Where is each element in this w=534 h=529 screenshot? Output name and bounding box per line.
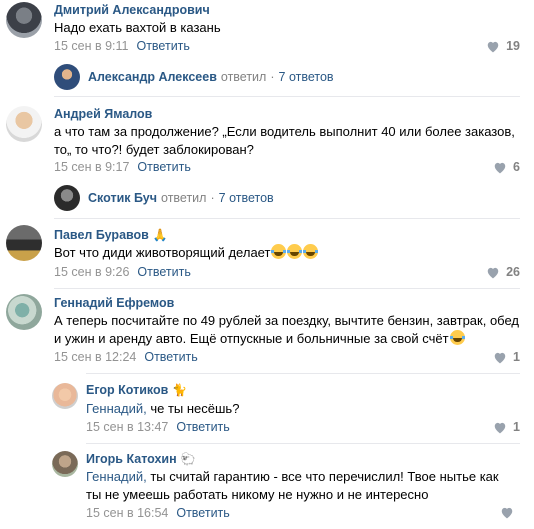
thread-author[interactable]: Скотик Буч — [88, 191, 157, 205]
avatar[interactable] — [6, 294, 42, 330]
heart-icon — [487, 41, 499, 52]
divider — [54, 218, 520, 219]
heart-icon — [501, 507, 513, 519]
replies-thread[interactable]: Александр Алексеев ответил · 7 ответов — [54, 64, 334, 90]
thread-count[interactable]: 7 ответов — [219, 191, 274, 205]
addressee-link[interactable]: Геннадий, — [86, 469, 147, 484]
like-button[interactable] — [500, 506, 520, 519]
laughing-emoji — [287, 244, 303, 259]
laughing-emoji — [449, 330, 465, 345]
comment-author[interactable]: Геннадий Ефремов — [54, 296, 174, 310]
comment-author-name[interactable]: Игорь Катохин — [86, 452, 177, 466]
comment-meta: 15 сен в 9:17 Ответить — [54, 160, 191, 174]
avatar[interactable] — [6, 225, 42, 261]
avatar[interactable] — [6, 2, 42, 38]
comment-author[interactable]: Андрей Ямалов — [54, 107, 152, 121]
like-count: 1 — [513, 350, 520, 364]
avatar[interactable] — [54, 64, 80, 90]
comment-author[interactable]: Павел Буравов 🙏 — [54, 228, 168, 242]
comment-date[interactable]: 15 сен в 9:26 — [54, 265, 129, 279]
addressee-link[interactable]: Геннадий, — [86, 401, 147, 416]
like-button[interactable]: 19 — [486, 39, 520, 53]
heart-icon — [494, 162, 506, 173]
heart-icon — [494, 352, 506, 363]
thread-author[interactable]: Александр Алексеев — [88, 70, 217, 84]
praying-hands-icon: 🙏 — [152, 228, 168, 242]
thread-count[interactable]: 7 ответов — [279, 70, 334, 84]
like-button[interactable]: 1 — [493, 350, 520, 364]
avatar[interactable] — [52, 383, 78, 409]
reply-button[interactable]: Ответить — [136, 39, 189, 53]
like-count: 19 — [506, 39, 520, 53]
sheep-icon: 🐑 — [180, 452, 196, 466]
laughing-emoji — [303, 244, 319, 259]
comment-date[interactable]: 15 сен в 16:54 — [86, 506, 168, 520]
divider — [54, 288, 520, 289]
comment-meta: 15 сен в 13:47 Ответить — [86, 420, 230, 434]
cat-icon: 🐈 — [172, 383, 188, 397]
reply-button[interactable]: Ответить — [137, 265, 190, 279]
comment-text-body: че ты несёшь? — [146, 401, 240, 416]
comment-date[interactable]: 15 сен в 13:47 — [86, 420, 168, 434]
comment-author[interactable]: Дмитрий Александрович — [54, 3, 210, 17]
comment-date[interactable]: 15 сен в 9:17 — [54, 160, 129, 174]
thread-separator: · — [270, 70, 275, 84]
avatar[interactable] — [52, 451, 78, 477]
laughing-emoji — [271, 244, 287, 259]
avatar[interactable] — [6, 106, 42, 142]
replies-thread[interactable]: Скотик Буч ответил · 7 ответов — [54, 185, 274, 211]
comment-date[interactable]: 15 сен в 12:24 — [54, 350, 136, 364]
comment-text: А теперь посчитайте по 49 рублей за поез… — [54, 312, 524, 348]
comment-meta: 15 сен в 9:11 Ответить — [54, 39, 190, 53]
reply-button[interactable]: Ответить — [144, 350, 197, 364]
like-count: 26 — [506, 265, 520, 279]
thread-action: ответил — [161, 191, 207, 205]
reply-button[interactable]: Ответить — [176, 506, 229, 520]
comment-text: Надо ехать вахтой в казань — [54, 20, 221, 35]
comment-text-body: А теперь посчитайте по 49 рублей за поез… — [54, 313, 519, 346]
divider — [86, 373, 520, 374]
heart-icon — [487, 267, 499, 278]
comment-date[interactable]: 15 сен в 9:11 — [54, 39, 128, 53]
comment-text-body: Вот что диди животворящий делает — [54, 245, 271, 260]
avatar[interactable] — [54, 185, 80, 211]
divider — [54, 96, 520, 97]
like-count: 6 — [513, 160, 520, 174]
comment-author[interactable]: Игорь Катохин 🐑 — [86, 452, 196, 466]
comment-meta: 15 сен в 9:26 Ответить — [54, 265, 191, 279]
reply-button[interactable]: Ответить — [137, 160, 190, 174]
comment-meta: 15 сен в 16:54 Ответить — [86, 506, 230, 520]
reply-button[interactable]: Ответить — [176, 420, 229, 434]
divider — [86, 443, 520, 444]
comment-author[interactable]: Егор Котиков 🐈 — [86, 383, 187, 397]
comment-text: Геннадий, че ты несёшь? — [86, 400, 506, 418]
comment-author-name[interactable]: Егор Котиков — [86, 383, 168, 397]
comment-author-name[interactable]: Павел Буравов — [54, 228, 149, 242]
heart-icon — [494, 422, 506, 433]
like-button[interactable]: 6 — [493, 160, 520, 174]
comment-text: Геннадий, ты считай гарантию - все что п… — [86, 468, 516, 504]
like-button[interactable]: 1 — [493, 420, 520, 434]
comment-text: Вот что диди животворящий делает — [54, 244, 514, 262]
comment-text-body: ты считай гарантию - все что перечислил!… — [86, 469, 499, 502]
comment-text: а что там за продолжение? „Если водитель… — [54, 124, 515, 157]
thread-action: ответил — [220, 70, 267, 84]
comment-meta: 15 сен в 12:24 Ответить — [54, 350, 198, 364]
like-button[interactable]: 26 — [486, 265, 520, 279]
thread-separator: · — [210, 191, 215, 205]
like-count: 1 — [513, 420, 520, 434]
